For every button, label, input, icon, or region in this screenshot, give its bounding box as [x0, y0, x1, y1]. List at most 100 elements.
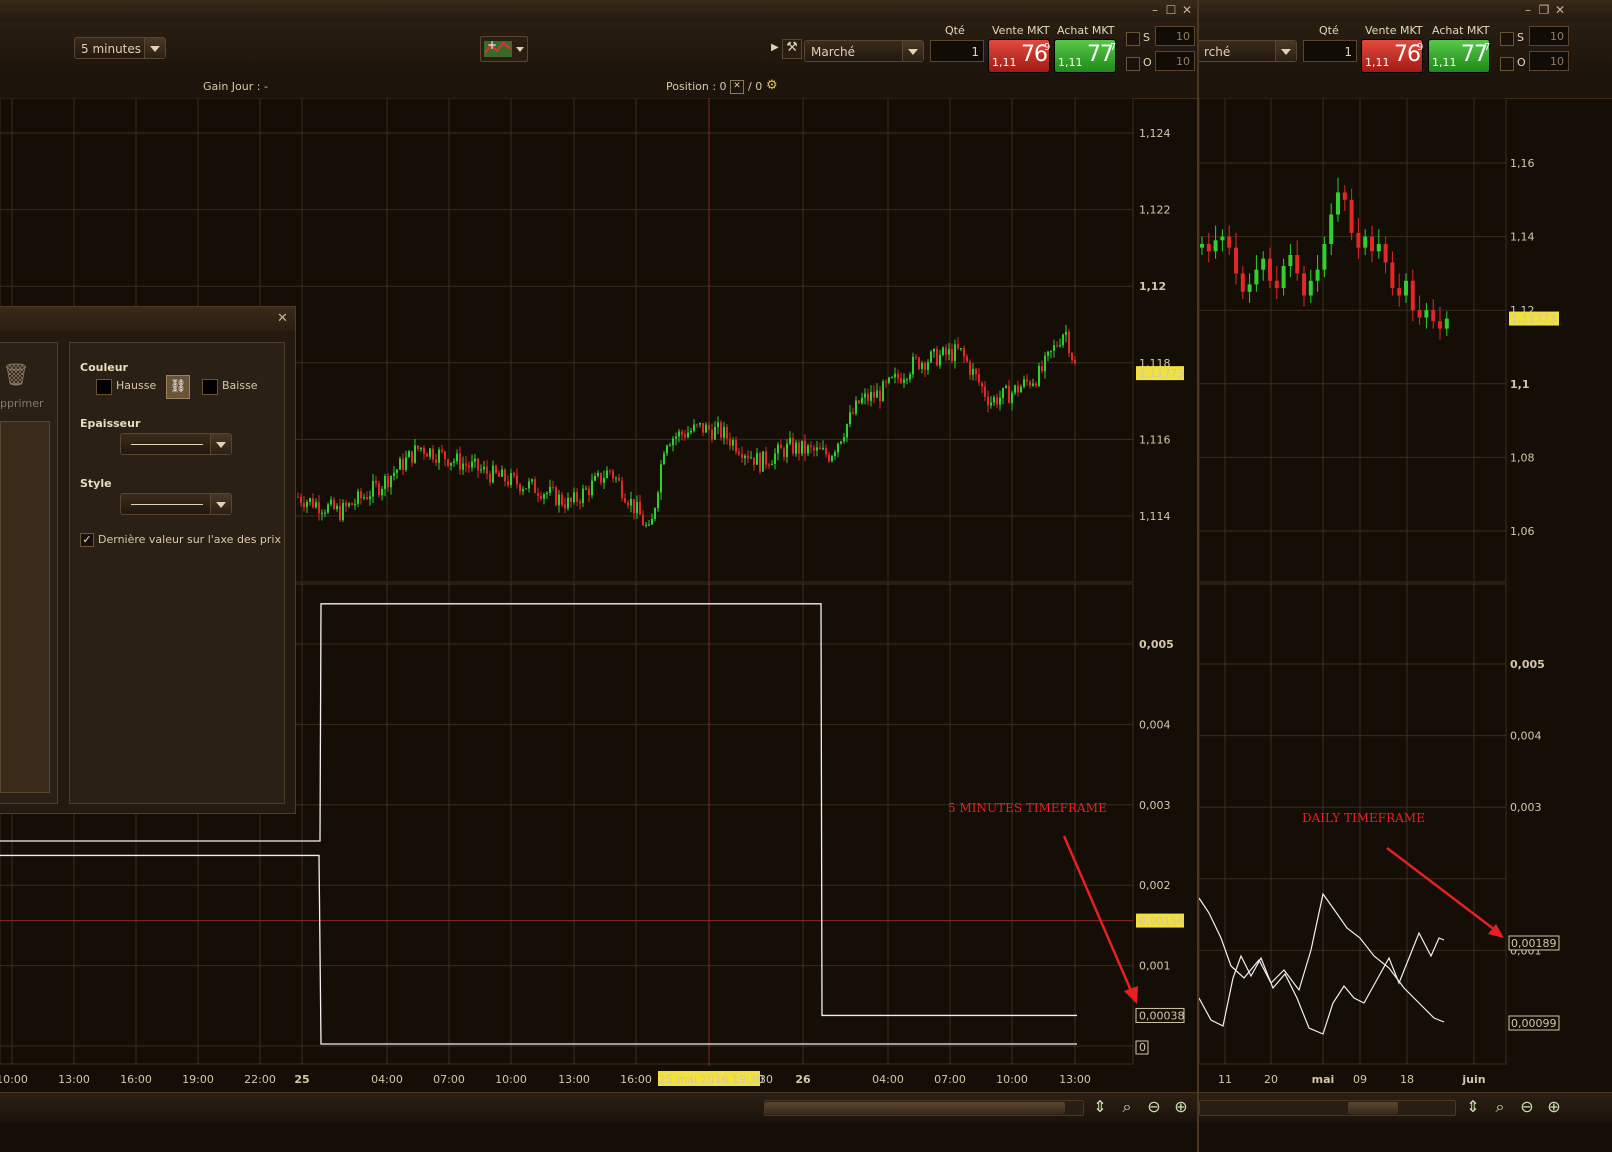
sell-market-button[interactable]: 1,11 76 9 — [988, 39, 1050, 73]
order-type-value: rché — [1204, 45, 1231, 59]
candle-body — [1431, 310, 1436, 322]
stop-checkbox[interactable] — [1126, 32, 1140, 46]
link-colors-icon[interactable]: ⛓ — [166, 375, 190, 399]
candle-body — [387, 476, 389, 488]
candle-body — [594, 475, 596, 481]
auto-scale-icon[interactable]: ⇕ — [1463, 1097, 1483, 1117]
candle-body — [957, 344, 959, 349]
candle-body — [438, 449, 440, 463]
candle-body — [501, 469, 503, 477]
gear-icon[interactable]: ⚙ — [766, 78, 778, 93]
close-icon[interactable]: ✕ — [1180, 2, 1194, 18]
zoom-fit-icon[interactable]: ⌕ — [1490, 1097, 1510, 1117]
quantity-input[interactable]: 1 — [930, 40, 984, 62]
maximize-icon[interactable]: ☐ — [1164, 2, 1178, 18]
candle-body — [942, 347, 944, 355]
left-chart-window: – ☐ ✕ 5 minutes + ▶ ⚒ Marché Qté 1 Vente… — [0, 0, 1197, 1152]
candle-body — [522, 489, 524, 492]
zoom-in-icon[interactable]: ⊕ — [1171, 1097, 1191, 1117]
candle-body — [897, 373, 899, 379]
objective-input[interactable]: 10 — [1529, 51, 1569, 71]
right-chart-area[interactable]: 1,161,141,121,11,081,060,0050,0040,0030,… — [1199, 98, 1612, 1098]
candle-body — [978, 374, 980, 383]
thickness-select[interactable] — [120, 433, 232, 455]
buy-market-button[interactable]: 1,11 77 7 — [1054, 39, 1116, 73]
zoom-out-icon[interactable]: ⊖ — [1144, 1097, 1164, 1117]
horizontal-scrollbar[interactable] — [1199, 1100, 1456, 1116]
wrench-icon[interactable]: ⚒ — [782, 39, 802, 59]
trash-icon[interactable]: 🗑 — [2, 363, 30, 389]
candle-body — [855, 400, 857, 414]
candle-body — [486, 466, 488, 474]
sell-price-prefix: 1,11 — [992, 56, 1017, 69]
time-axis-label: 09 — [1353, 1073, 1367, 1086]
sell-market-button[interactable]: 1,11 76 9 — [1361, 39, 1423, 73]
price-axis-label: 1,08 — [1510, 451, 1535, 464]
dialog-close-icon[interactable]: ✕ — [277, 311, 288, 326]
scrollbar-thumb[interactable] — [765, 1102, 1065, 1114]
horizontal-scrollbar[interactable] — [764, 1100, 1084, 1116]
restore-icon[interactable]: ❐ — [1537, 2, 1551, 18]
timeframe-select[interactable]: 5 minutes — [74, 37, 166, 59]
candle-body — [429, 448, 431, 457]
candle-body — [1053, 345, 1055, 351]
zoom-fit-icon[interactable]: ⌕ — [1117, 1097, 1137, 1117]
objective-input[interactable]: 10 — [1155, 51, 1195, 71]
candle-body — [1356, 232, 1361, 248]
minimize-icon[interactable]: – — [1521, 2, 1535, 18]
style-select[interactable] — [120, 493, 232, 515]
candle-body — [384, 476, 386, 489]
candle-body — [1390, 262, 1395, 289]
candle-body — [963, 348, 965, 357]
auto-scale-icon[interactable]: ⇕ — [1090, 1097, 1110, 1117]
order-type-select[interactable]: Marché — [804, 40, 924, 62]
expand-arrow-icon[interactable]: ▶ — [771, 42, 779, 54]
daily-gain-label: Gain Jour : - — [203, 80, 268, 93]
candle-body — [801, 440, 803, 454]
minimize-icon[interactable]: – — [1148, 2, 1162, 18]
objective-checkbox[interactable] — [1126, 57, 1140, 71]
indicator-axis-label: 0,005 — [1510, 658, 1545, 671]
buy-market-button[interactable]: 1,11 77 7 — [1428, 39, 1490, 73]
svg-text:+: + — [487, 38, 497, 52]
stop-input[interactable]: 10 — [1155, 26, 1195, 46]
candle-body — [804, 440, 806, 454]
last-value-checkbox[interactable]: ✓ — [80, 533, 94, 547]
time-axis-label: 20 — [1264, 1073, 1278, 1086]
price-plot-frame — [1199, 98, 1507, 583]
candle-body — [702, 422, 704, 433]
close-position-icon[interactable]: ✕ — [730, 80, 744, 94]
candle-body — [369, 496, 371, 500]
position-separator: / 0 — [748, 80, 763, 93]
zoom-out-icon[interactable]: ⊖ — [1517, 1097, 1537, 1117]
candle-body — [717, 422, 719, 427]
stop-input[interactable]: 10 — [1529, 26, 1569, 46]
candle-body — [531, 479, 533, 482]
candle-body — [426, 453, 428, 457]
down-color-swatch[interactable] — [202, 379, 218, 395]
candle-body — [1274, 280, 1279, 289]
indicator-list[interactable] — [0, 421, 50, 793]
objective-checkbox[interactable] — [1500, 57, 1514, 71]
candle-body — [1234, 247, 1238, 274]
candle-body — [492, 465, 494, 483]
close-icon[interactable]: ✕ — [1553, 2, 1567, 18]
candle-body — [750, 457, 752, 459]
quantity-input[interactable]: 1 — [1303, 40, 1357, 62]
add-indicator-button[interactable]: + — [480, 36, 528, 62]
up-color-swatch[interactable] — [96, 379, 112, 395]
indicator-axis-label: 0,003 — [1139, 799, 1171, 812]
scrollbar-thumb[interactable] — [1348, 1102, 1398, 1114]
price-axis-label: 1,124 — [1139, 127, 1171, 140]
order-type-select[interactable]: rché — [1199, 40, 1297, 62]
time-axis-label: 04:00 — [371, 1073, 403, 1086]
zoom-in-icon[interactable]: ⊕ — [1544, 1097, 1564, 1117]
time-axis-label: 10:00 — [996, 1073, 1028, 1086]
stop-checkbox[interactable] — [1500, 32, 1514, 46]
time-axis-label: 13:00 — [558, 1073, 590, 1086]
candle-body — [1002, 387, 1004, 398]
candle-body — [780, 444, 782, 449]
candle-body — [444, 451, 446, 460]
indicator-value-tag-text: 0,00099 — [1511, 1017, 1557, 1030]
right-annotation: DAILY TIMEFRAME — [1302, 811, 1425, 825]
